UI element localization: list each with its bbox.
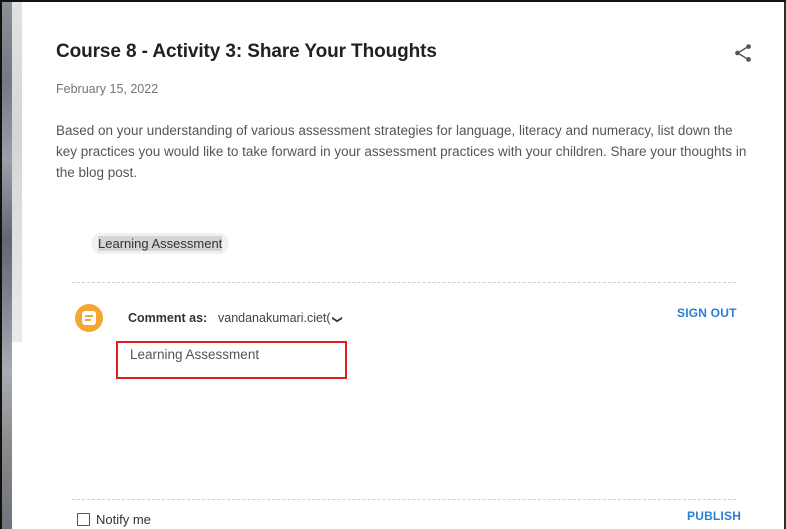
screenshot-frame [0, 0, 786, 529]
comment-as-label: Comment as: [128, 311, 208, 325]
sign-out-button[interactable]: SIGN OUT [677, 306, 737, 320]
left-background-shadow [12, 2, 22, 342]
notify-me-checkbox[interactable] [77, 513, 90, 526]
account-selector[interactable]: vandanakumari.ciet(❯ [218, 311, 343, 325]
account-name: vandanakumari.ciet( [218, 311, 331, 325]
comment-input[interactable]: Learning Assessment [130, 347, 259, 362]
share-icon[interactable] [732, 42, 754, 64]
post-date: February 15, 2022 [56, 82, 159, 96]
notify-me-label: Notify me [96, 512, 151, 527]
comments-divider-top [72, 282, 736, 283]
post-label-chip[interactable]: Learning Assessment [91, 233, 230, 254]
post-body: Based on your understanding of various a… [56, 123, 747, 180]
post-title: Course 8 - Activity 3: Share Your Though… [56, 41, 437, 62]
post-label-text: Learning Assessment [98, 236, 223, 251]
left-background-strip [2, 2, 12, 529]
blogger-icon [75, 304, 103, 332]
comments-divider-bottom [72, 499, 736, 500]
chevron-down-icon: ❯ [331, 315, 343, 324]
publish-button[interactable]: PUBLISH [687, 509, 741, 523]
